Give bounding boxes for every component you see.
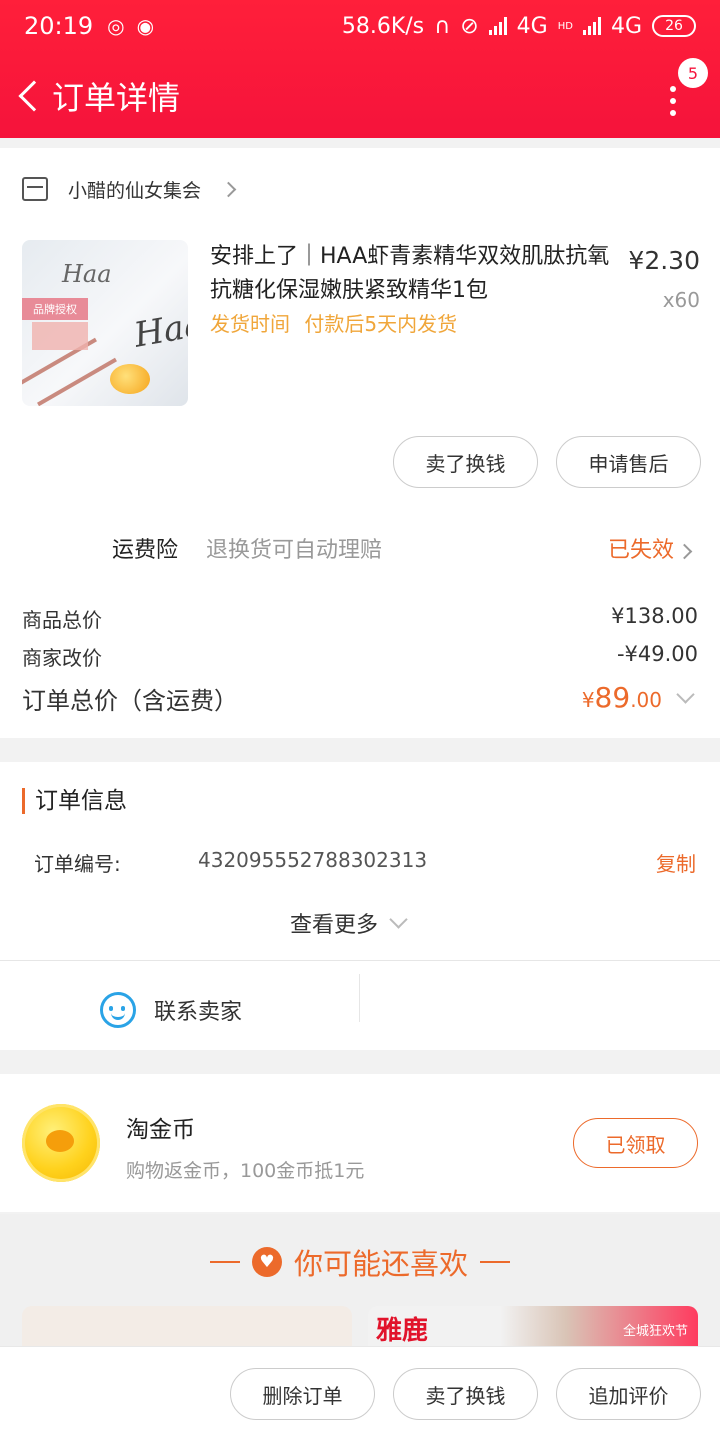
add-review-button[interactable]: 追加评价 [556, 1368, 701, 1420]
expand-chevron-icon[interactable] [676, 685, 695, 705]
status-time: 20:19 [24, 12, 94, 40]
heart-icon: ♥ [251, 1247, 282, 1277]
product-price: ¥2.30 [628, 246, 700, 275]
shipping-label: 发货时间 [210, 312, 290, 336]
recommend-item-brand: 雅鹿 [376, 1316, 429, 1346]
status-app-icons: ◎ ◉ [107, 14, 154, 38]
recommend-title-row: ♥ 你可能还喜欢 [0, 1242, 720, 1282]
contact-seller-label: 联系卖家 [154, 1000, 243, 1025]
see-more-label: 查看更多 [290, 913, 379, 938]
shop-icon [22, 177, 48, 201]
order-info-card: 订单信息 订单编号: 432095552788302313 复制 查看更多 联系… [0, 762, 720, 1050]
status-bar: 20:19 ◎ ◉ 58.6K/s ∩ ⊘ 4G HD 4G 26 [0, 0, 720, 52]
order-number-value: 432095552788302313 [198, 848, 428, 872]
battery-icon: 26 [652, 15, 696, 37]
shop-name: 小醋的仙女集会 [68, 179, 202, 202]
battery-level: 26 [665, 18, 683, 34]
order-total-dec: .00 [630, 688, 662, 712]
top-header: 20:19 ◎ ◉ 58.6K/s ∩ ⊘ 4G HD 4G 26 订单详情 5 [0, 0, 720, 138]
network-type-2: 4G [610, 13, 642, 39]
divider [0, 960, 720, 961]
product-logo-text-2: Haa [131, 304, 188, 356]
product-title[interactable]: 安排上了｜HAA虾青素精华双效肌肽抗氧抗糖化保湿嫩肤紧致精华1包 [210, 240, 610, 308]
sell-button-bottom[interactable]: 卖了换钱 [393, 1368, 538, 1420]
order-info-title: 订单信息 [22, 788, 127, 814]
taobao-coin-icon [22, 1104, 100, 1182]
see-more-button[interactable]: 查看更多 [290, 906, 408, 940]
message-badge: 5 [678, 58, 708, 88]
hd-label: HD [557, 20, 573, 32]
contact-seller-icon [100, 992, 136, 1028]
more-menu-button[interactable]: 5 [652, 56, 708, 136]
recommend-item-promo: 全城狂欢节 [622, 1324, 688, 1339]
order-total-currency: ¥ [581, 688, 595, 712]
product-quantity: x60 [662, 288, 700, 312]
network-type-1: 4G [516, 13, 548, 39]
status-right: 58.6K/s ∩ ⊘ 4G HD 4G 26 [342, 14, 696, 39]
nav-bar: 订单详情 5 [0, 56, 720, 136]
recommend-title: 你可能还喜欢 [293, 1247, 468, 1281]
order-total-label: 订单总价（含运费） [22, 687, 238, 715]
coins-title: 淘金币 [126, 1117, 195, 1143]
product-egg-graphic [110, 364, 150, 394]
insurance-label: 运费险 [112, 538, 179, 563]
back-arrow-icon [18, 80, 50, 112]
chevron-right-icon [676, 542, 693, 561]
chevron-right-icon [220, 178, 237, 200]
page-title: 订单详情 [52, 79, 181, 117]
after-sale-button[interactable]: 申请售后 [556, 436, 701, 488]
copy-button[interactable]: 复制 [656, 848, 696, 877]
order-card: 小醋的仙女集会 Haa Haa 品牌授权 安排上了｜HAA虾青素精华双效肌肽抗氧… [0, 148, 720, 738]
weibo-notification-icon: ◎ [107, 14, 125, 38]
chevron-down-icon [389, 907, 408, 932]
coins-desc: 购物返金币，100金币抵1元 [126, 1160, 365, 1182]
decor-line-right [480, 1261, 510, 1263]
order-total-value: ¥89.00 [582, 681, 662, 714]
network-speed: 58.6K/s [341, 13, 425, 39]
contact-seller-button[interactable]: 联系卖家 [100, 990, 242, 1030]
mute-icon: ⊘ [460, 13, 479, 39]
insurance-desc: 退换货可自动理赔 [206, 538, 383, 563]
wechat-notification-icon: ◉ [136, 14, 155, 38]
more-dots-icon [670, 86, 676, 122]
coins-claimed-button[interactable]: 已领取 [573, 1118, 698, 1168]
back-button[interactable] [6, 56, 52, 136]
sell-button[interactable]: 卖了换钱 [393, 436, 538, 488]
shop-row[interactable]: 小醋的仙女集会 [22, 174, 237, 204]
insurance-status: 已失效 [607, 538, 674, 563]
headset-icon: ∩ [434, 13, 451, 39]
product-image[interactable]: Haa Haa 品牌授权 [22, 240, 188, 406]
signal-icon [488, 17, 507, 35]
coins-card: 淘金币 购物返金币，100金币抵1元 已领取 [0, 1074, 720, 1212]
product-logo-text: Haa [62, 260, 112, 288]
price-adjust-label: 商家改价 [22, 646, 102, 670]
bottom-action-bar: 删除订单 卖了换钱 追加评价 [0, 1346, 720, 1440]
signal-icon-2 [582, 17, 601, 35]
goods-total-value: ¥138.00 [611, 604, 698, 628]
price-adjust-value: -¥49.00 [616, 642, 698, 666]
shipping-value: 付款后5天内发货 [304, 312, 458, 336]
vertical-divider [359, 974, 360, 1022]
shipping-time: 发货时间 付款后5天内发货 [210, 308, 457, 337]
shipping-insurance-row[interactable]: 运费险 退换货可自动理赔 已失效 [0, 528, 720, 568]
delete-order-button[interactable]: 删除订单 [230, 1368, 375, 1420]
goods-total-label: 商品总价 [22, 608, 102, 632]
decor-line-left [209, 1261, 240, 1263]
brand-auth-tag: 品牌授权 [22, 298, 88, 320]
order-total-int: 89 [594, 681, 631, 714]
order-number-label: 订单编号: [34, 852, 121, 876]
